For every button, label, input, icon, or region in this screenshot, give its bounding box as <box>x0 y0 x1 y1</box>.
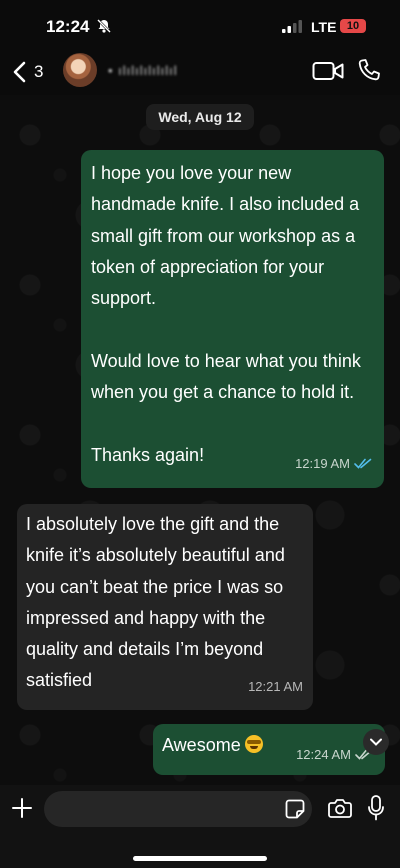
message-text-wrapper: Awesome <box>162 730 263 760</box>
message-meta: 12:21 AM <box>248 671 303 702</box>
battery-level: 10 <box>346 20 360 32</box>
status-time: 12:24 <box>46 17 90 36</box>
bell-slash-icon <box>97 19 111 33</box>
message-time: 12:24 AM <box>296 746 351 762</box>
video-call-icon[interactable] <box>312 61 344 81</box>
signal-icon <box>282 20 302 33</box>
message-text: I absolutely love the gift and the knife… <box>26 514 290 691</box>
message-time: 12:19 AM <box>295 455 350 471</box>
read-receipt-icon <box>354 458 372 469</box>
battery-indicator: 10 <box>340 19 366 33</box>
outgoing-message[interactable]: Awesome 12:24 AM <box>153 724 385 775</box>
outgoing-message[interactable]: I hope you love your new handmade knife.… <box>81 150 384 488</box>
chevron-down-icon <box>370 738 382 746</box>
incoming-message[interactable]: I absolutely love the gift and the knife… <box>17 504 313 710</box>
chevron-left-icon[interactable] <box>12 61 26 83</box>
avatar[interactable] <box>63 53 97 87</box>
phone-icon[interactable] <box>357 58 381 82</box>
message-text: I hope you love your new handmade knife.… <box>91 163 361 465</box>
status-bar: 12:24 LTE 10 <box>0 0 400 50</box>
message-meta: 12:24 AM <box>296 739 373 770</box>
message-time: 12:21 AM <box>248 678 303 694</box>
message-meta: 12:19 AM <box>295 448 372 479</box>
date-chip: Wed, Aug 12 <box>146 104 254 130</box>
unread-count[interactable]: 3 <box>34 62 43 82</box>
microphone-icon[interactable] <box>368 795 384 821</box>
contact-name[interactable]: • ılılılılılılıl <box>108 63 178 78</box>
message-text: Awesome <box>162 735 241 755</box>
message-input[interactable] <box>44 791 312 827</box>
sticker-icon[interactable] <box>285 799 305 819</box>
home-indicator <box>133 856 267 861</box>
scroll-to-bottom-button[interactable] <box>363 729 389 755</box>
camera-icon[interactable] <box>328 798 352 818</box>
star-struck-emoji-icon <box>244 735 263 753</box>
carrier-label: LTE <box>311 19 337 35</box>
plus-icon[interactable] <box>11 797 33 819</box>
